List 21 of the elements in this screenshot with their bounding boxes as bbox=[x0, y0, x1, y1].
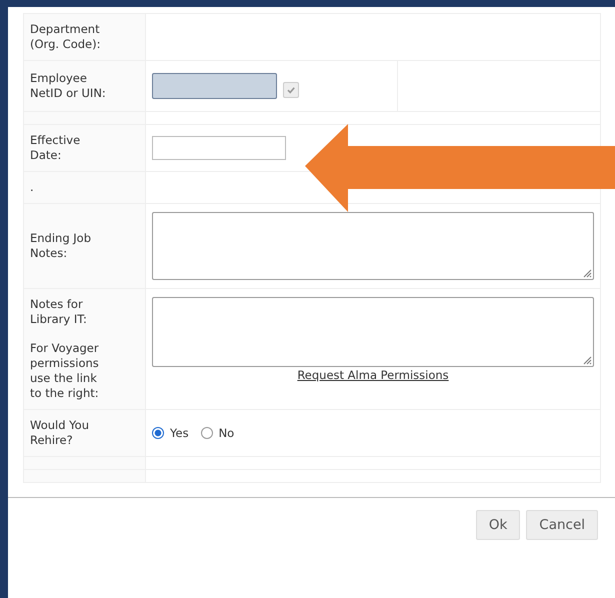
date-field[interactable] bbox=[152, 136, 286, 160]
radio-label: Yes bbox=[170, 426, 189, 440]
notes-textarea[interactable] bbox=[152, 297, 594, 367]
field-label: Effective Date: bbox=[30, 133, 82, 163]
dialog-button[interactable]: Ok bbox=[476, 510, 520, 540]
dialog-button[interactable]: Cancel bbox=[526, 510, 598, 540]
field-label: Department (Org. Code): bbox=[30, 22, 102, 52]
notes-textarea[interactable] bbox=[152, 212, 594, 280]
field-label: Employee NetID or UIN: bbox=[30, 71, 106, 101]
field-label: Notes for Library IT: bbox=[30, 297, 88, 327]
radio-button[interactable] bbox=[152, 427, 164, 439]
resize-grip-icon[interactable] bbox=[582, 268, 592, 278]
check-icon bbox=[286, 85, 296, 95]
field-label: . bbox=[30, 180, 35, 195]
resize-grip-icon[interactable] bbox=[582, 355, 592, 365]
field-label: Would You Rehire? bbox=[30, 418, 90, 448]
radio-label: No bbox=[218, 426, 234, 440]
radio-button[interactable] bbox=[200, 427, 213, 439]
permissions-link[interactable]: Request Alma Permissions bbox=[297, 368, 449, 382]
field-label: Ending Job Notes: bbox=[30, 231, 92, 261]
field-note: For Voyager permissions use the link to the right: bbox=[30, 341, 100, 401]
